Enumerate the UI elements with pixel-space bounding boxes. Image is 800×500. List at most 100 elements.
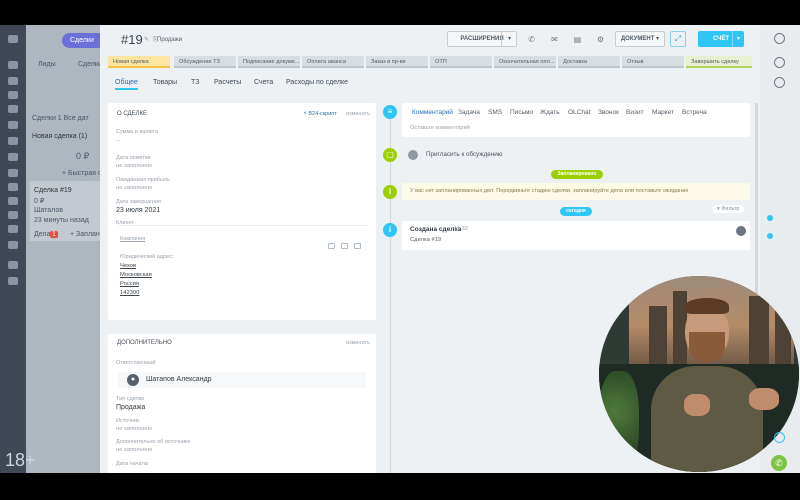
invoice-button[interactable]: СЧЁТ ▾ (698, 31, 744, 47)
bg-deal-card[interactable]: Сделка #19 0 ₽ Шаталов 23 минуты назад Д… (30, 181, 126, 241)
address-line[interactable]: 142300 (120, 290, 139, 296)
stage-6[interactable]: ОТП (430, 56, 492, 68)
comment-icon: ≡ (383, 105, 397, 119)
address-line[interactable]: Россия (120, 281, 139, 287)
stage-7[interactable]: Окончательная опл... (494, 56, 556, 68)
about-deal-card: О сделке ⚡ B24-скрипт изменить Сумма и в… (108, 103, 376, 320)
stage-8[interactable]: Доставка (558, 56, 620, 68)
composer-tab-9[interactable]: Маркет (652, 109, 674, 116)
tab-5[interactable]: Счета (254, 79, 273, 86)
extra-edit-link[interactable]: изменить (346, 340, 370, 346)
more-icon[interactable] (8, 261, 18, 269)
phone-call-button[interactable]: ✆ (771, 455, 787, 471)
composer-tab-5[interactable]: Ждать (540, 109, 560, 116)
search-icon[interactable] (774, 77, 785, 88)
stage-3[interactable]: Подписание докуме... (238, 56, 300, 68)
bell-icon[interactable] (774, 57, 785, 68)
comment-input[interactable]: Оставьте комментарий (410, 125, 470, 131)
composer-tab-2[interactable]: Задача (458, 109, 480, 116)
stage-9[interactable]: Отзыв (622, 56, 684, 68)
filter-icon[interactable] (8, 61, 18, 69)
tab-2[interactable]: Товары (153, 79, 177, 86)
close-date-value[interactable]: 23 июля 2021 (116, 207, 160, 214)
chart-icon[interactable] (8, 183, 18, 191)
status-dot (767, 215, 773, 221)
chat-icon[interactable] (8, 77, 18, 85)
about-edit-link[interactable]: изменить (346, 111, 370, 117)
composer-tab-4[interactable]: Письмо (510, 109, 533, 116)
mail-icon[interactable] (341, 243, 348, 249)
tab-3[interactable]: ТЗ (191, 79, 199, 86)
document-button[interactable]: ДОКУМЕНТ ▾ (615, 31, 665, 47)
mail-icon[interactable] (8, 91, 18, 99)
bg-card-title: Сделка #19 (34, 187, 72, 194)
stage-1[interactable]: Новая сделка (108, 56, 170, 68)
calendar-icon[interactable] (8, 105, 18, 113)
users-icon[interactable] (8, 121, 18, 129)
menu-icon[interactable] (8, 35, 18, 43)
address-line[interactable]: Московская (120, 272, 152, 278)
stage-10[interactable]: Завершить сделку (686, 56, 752, 68)
planned-badge: Запланировано (551, 170, 603, 179)
mail-icon[interactable]: ✉ (550, 35, 559, 44)
invite-row[interactable]: Пригласить к обсуждению (402, 147, 750, 163)
extra-card: Дополнительно изменить Ответственный ● Ш… (108, 334, 376, 473)
client-company-label[interactable]: Компания (120, 236, 145, 242)
tasks-icon[interactable] (8, 137, 18, 145)
settings-icon[interactable] (767, 233, 773, 239)
field-label: Сумма и валюта (116, 129, 159, 135)
gear-icon[interactable]: ⚙ (596, 35, 605, 44)
composer-tab-1[interactable]: Комментарий (412, 109, 453, 116)
webcam-overlay (599, 276, 799, 472)
composer-tab-10[interactable]: Встреча (682, 109, 707, 116)
invite-text: Пригласить к обсуждению (426, 151, 503, 158)
timeline-filter-button[interactable]: ▾ Фильтр (712, 205, 745, 213)
expand-icon[interactable]: ⤢ (670, 31, 686, 47)
stage-5[interactable]: Заказ в пр-ве (366, 56, 428, 68)
field-value[interactable]: не заполнено (116, 447, 152, 453)
bell-icon[interactable] (8, 211, 18, 219)
field-label: Дополнительно об источнике (116, 439, 191, 445)
chat-icon[interactable]: ▤ (573, 35, 582, 44)
calendar-icon[interactable] (8, 169, 18, 177)
deal-type-value[interactable]: Продажа (116, 404, 145, 411)
bg-leads-tab[interactable]: Лиды (38, 61, 56, 68)
address-line[interactable]: Чехов (120, 263, 136, 269)
created-subtitle[interactable]: Сделка #19 (410, 237, 441, 243)
settings-icon[interactable] (8, 277, 18, 285)
text-icon[interactable] (8, 197, 18, 205)
pipeline-link[interactable]: Продажи (157, 37, 182, 43)
stage-4[interactable]: Оплата аванса (302, 56, 364, 68)
check-icon[interactable] (8, 241, 18, 249)
field-value[interactable]: не заполнено (116, 426, 152, 432)
phone-icon[interactable]: ✆ (527, 35, 536, 44)
help-icon[interactable] (774, 33, 785, 44)
composer-tab-8[interactable]: Визит (626, 109, 644, 116)
composer-tab-3[interactable]: SMS (488, 109, 502, 116)
tab-4[interactable]: Расчеты (214, 79, 241, 86)
responsible-name: Шатапов Александр (146, 376, 212, 383)
field-value[interactable]: не заполнено (116, 185, 152, 191)
composer-tab-6[interactable]: OLChat (568, 109, 590, 116)
chevron-down-icon[interactable]: ▾ (501, 31, 517, 47)
bg-card-tasks[interactable]: Дела (34, 231, 50, 238)
tab-1[interactable]: Общее (115, 79, 138, 90)
left-navigation-bar (0, 25, 26, 473)
phone-icon[interactable] (8, 225, 18, 233)
tab-6[interactable]: Расходы по сделке (286, 79, 348, 86)
chat-icon[interactable] (354, 243, 361, 249)
field-value[interactable]: -- (116, 138, 120, 144)
bg-filter-text: Сделки 1 Все дат (32, 115, 89, 122)
bg-deals-tab[interactable]: Сделки (78, 61, 102, 68)
chevron-down-icon[interactable]: ▾ (732, 31, 744, 47)
composer-tab-7[interactable]: Звонок (598, 109, 619, 116)
chat-icon[interactable] (774, 432, 785, 443)
user-icon (408, 150, 418, 160)
phone-icon[interactable] (328, 243, 335, 249)
field-value[interactable]: не заполнено (116, 163, 152, 169)
b24-script-link[interactable]: ⚡ B24-скрипт (303, 111, 337, 117)
invoice-label: СЧЁТ (712, 36, 730, 42)
crm-icon[interactable] (8, 153, 18, 161)
stage-2[interactable]: Обсуждение ТЗ (174, 56, 236, 68)
responsible-row[interactable]: ● Шатапов Александр (118, 372, 366, 388)
